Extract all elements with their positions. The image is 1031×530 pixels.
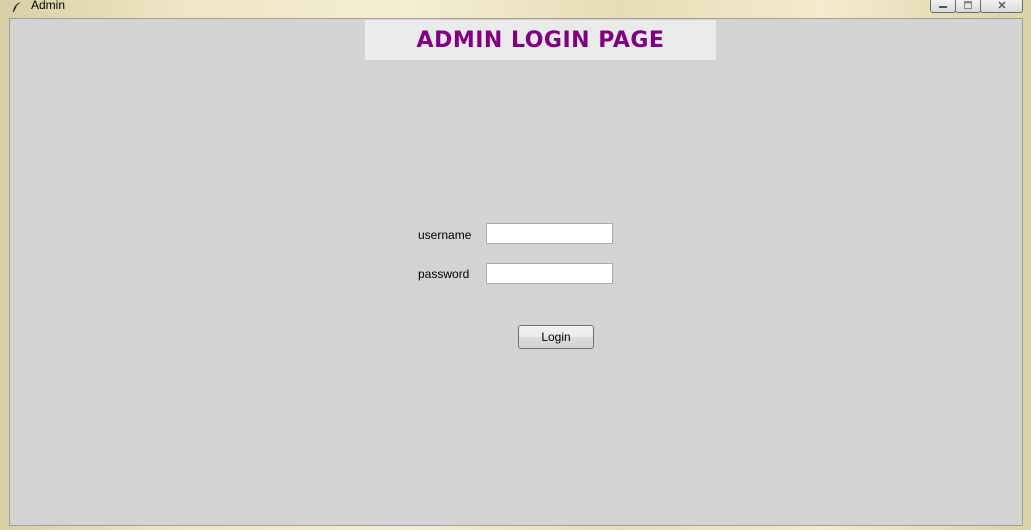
maximize-button[interactable] [955, 0, 981, 13]
close-icon [997, 0, 1006, 9]
header-banner: ADMIN LOGIN PAGE [365, 20, 716, 60]
window-titlebar: Admin [0, 0, 1031, 18]
minimize-icon [939, 5, 947, 8]
page-title: ADMIN LOGIN PAGE [416, 27, 665, 53]
login-button[interactable]: Login [518, 325, 594, 349]
minimize-button[interactable] [930, 0, 956, 13]
username-label: username [418, 228, 472, 242]
password-label: password [418, 267, 470, 281]
username-input[interactable] [486, 223, 613, 244]
window-controls [930, 0, 1023, 13]
window-title: Admin [31, 0, 66, 12]
main-window: ADMIN LOGIN PAGE username password Login [9, 18, 1023, 526]
feather-icon [11, 0, 23, 13]
maximize-icon [964, 0, 972, 9]
password-input[interactable] [486, 263, 613, 284]
close-button[interactable] [980, 0, 1023, 13]
